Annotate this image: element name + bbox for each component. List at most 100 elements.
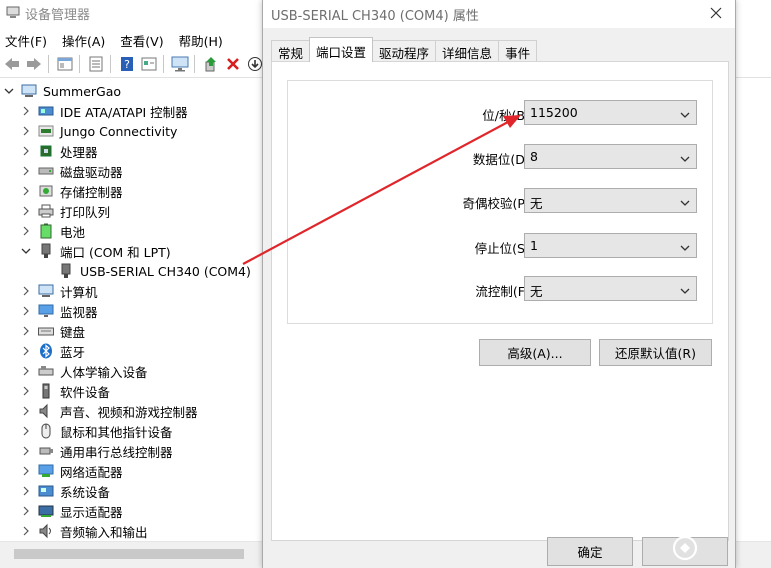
tree-category-12[interactable]: 蓝牙 <box>20 341 85 361</box>
chevron-right-icon[interactable] <box>20 205 32 217</box>
chevron-right-icon[interactable] <box>20 305 32 317</box>
tab-events[interactable]: 事件 <box>498 40 538 62</box>
chevron-right-icon[interactable] <box>20 345 32 357</box>
chevron-down-icon <box>680 196 690 206</box>
restore-defaults-button[interactable]: 还原默认值(R) <box>599 339 712 366</box>
tab-details[interactable]: 详细信息 <box>435 40 500 62</box>
tree-item-label: 网络适配器 <box>60 464 123 480</box>
chevron-right-icon[interactable] <box>20 385 32 397</box>
forward-icon[interactable] <box>24 54 44 74</box>
chevron-right-icon[interactable] <box>20 425 32 437</box>
network-icon <box>38 463 54 479</box>
tree-item-label: 声音、视频和游戏控制器 <box>60 404 198 420</box>
chevron-right-icon[interactable] <box>20 525 32 537</box>
chevron-down-icon[interactable] <box>3 85 15 97</box>
chevron-right-icon[interactable] <box>20 405 32 417</box>
tree-item-label: SummerGao <box>43 83 122 99</box>
baud-rate-select[interactable]: 115200 <box>524 100 697 125</box>
tree-category-10[interactable]: 监视器 <box>20 301 98 321</box>
monitor-icon[interactable] <box>170 54 190 74</box>
chevron-right-icon[interactable] <box>20 165 32 177</box>
tab-driver[interactable]: 驱动程序 <box>372 40 437 62</box>
data-bits-select[interactable]: 8 <box>524 144 697 169</box>
brand-logo-icon <box>672 535 698 560</box>
chevron-down-icon <box>680 108 690 118</box>
chevron-right-icon[interactable] <box>20 465 32 477</box>
tree-root[interactable]: SummerGao <box>3 81 121 101</box>
tab-port-settings[interactable]: 端口设置 <box>309 37 374 62</box>
tree-category-20[interactable]: 显示适配器 <box>20 501 123 521</box>
printer-icon <box>38 203 54 219</box>
chevron-right-icon[interactable] <box>20 445 32 457</box>
uninstall-icon[interactable] <box>223 54 243 74</box>
menu-action[interactable]: 操作(A) <box>55 28 112 50</box>
tree-item-label: 音频输入和输出 <box>60 524 148 540</box>
tree-item-label: 磁盘驱动器 <box>60 164 123 180</box>
mouse-icon <box>38 423 54 439</box>
menu-help[interactable]: 帮助(H) <box>172 28 230 50</box>
software-device-icon <box>38 383 54 399</box>
tree-category-4[interactable]: 存储控制器 <box>20 181 123 201</box>
chevron-right-icon[interactable] <box>20 505 32 517</box>
tree-category-21[interactable]: 音频输入和输出 <box>20 521 148 541</box>
chevron-right-icon[interactable] <box>20 225 32 237</box>
parity-select[interactable]: 无 <box>524 188 697 213</box>
tree-category-0[interactable]: IDE ATA/ATAPI 控制器 <box>20 101 188 121</box>
tree-category-15[interactable]: 声音、视频和游戏控制器 <box>20 401 198 421</box>
port-icon <box>58 263 74 279</box>
scrollbar-thumb[interactable] <box>14 549 244 559</box>
chevron-right-icon[interactable] <box>20 185 32 197</box>
details-icon[interactable] <box>139 54 159 74</box>
tree-category-9[interactable]: 计算机 <box>20 281 98 301</box>
menu-file[interactable]: 文件(F) <box>0 28 54 50</box>
tree-item-label: 人体学输入设备 <box>60 364 148 380</box>
chevron-right-icon[interactable] <box>20 285 32 297</box>
menu-view[interactable]: 查看(V) <box>113 28 170 50</box>
toolbar-separator <box>110 55 111 73</box>
chevron-right-icon[interactable] <box>20 325 32 337</box>
chevron-right-icon[interactable] <box>20 105 32 117</box>
stop-bits-select[interactable]: 1 <box>524 233 697 258</box>
properties-icon[interactable] <box>55 54 75 74</box>
tree-category-16[interactable]: 鼠标和其他指针设备 <box>20 421 173 441</box>
parity-value: 无 <box>530 196 543 211</box>
data-bits-row: 数据位(D): 8 <box>288 144 714 170</box>
tree-item-label: 端口 (COM 和 LPT) <box>60 244 171 260</box>
tree-category-1[interactable]: Jungo Connectivity <box>20 121 177 141</box>
tab-general[interactable]: 常规 <box>271 40 311 62</box>
chevron-right-icon[interactable] <box>20 365 32 377</box>
tree-category-2[interactable]: 处理器 <box>20 141 98 161</box>
stop-bits-value: 1 <box>530 238 538 253</box>
tree-category-5[interactable]: 打印队列 <box>20 201 110 221</box>
ok-button[interactable]: 确定 <box>547 537 633 566</box>
tree-category-7[interactable]: 端口 (COM 和 LPT) <box>20 241 171 261</box>
flow-control-select[interactable]: 无 <box>524 276 697 301</box>
tree-category-14[interactable]: 软件设备 <box>20 381 110 401</box>
tree-device-ch340[interactable]: USB-SERIAL CH340 (COM4) <box>58 261 251 281</box>
help-icon[interactable]: ? <box>117 54 137 74</box>
tree-category-11[interactable]: 键盘 <box>20 321 85 341</box>
chevron-down-icon[interactable] <box>20 245 32 257</box>
bluetooth-icon <box>38 343 54 359</box>
close-icon[interactable] <box>705 3 727 23</box>
tree-category-17[interactable]: 通用串行总线控制器 <box>20 441 173 461</box>
chevron-right-icon[interactable] <box>20 145 32 157</box>
tree-item-label: 电池 <box>60 224 86 240</box>
usb-icon <box>38 443 54 459</box>
system-device-icon <box>38 483 54 499</box>
tree-category-19[interactable]: 系统设备 <box>20 481 110 501</box>
tree-category-6[interactable]: 电池 <box>20 221 85 241</box>
tree-category-3[interactable]: 磁盘驱动器 <box>20 161 123 181</box>
tree-category-13[interactable]: 人体学输入设备 <box>20 361 148 381</box>
chevron-right-icon[interactable] <box>20 485 32 497</box>
chevron-right-icon[interactable] <box>20 125 32 137</box>
data-bits-value: 8 <box>530 149 538 164</box>
ide-controller-icon <box>38 103 54 119</box>
dialog-title: USB-SERIAL CH340 (COM4) 属性 <box>271 9 479 24</box>
tree-view-icon[interactable] <box>86 54 106 74</box>
tree-category-18[interactable]: 网络适配器 <box>20 461 123 481</box>
advanced-button[interactable]: 高级(A)... <box>479 339 591 366</box>
update-driver-icon[interactable] <box>201 54 221 74</box>
tree-item-label: 键盘 <box>60 324 86 340</box>
back-icon[interactable] <box>2 54 22 74</box>
